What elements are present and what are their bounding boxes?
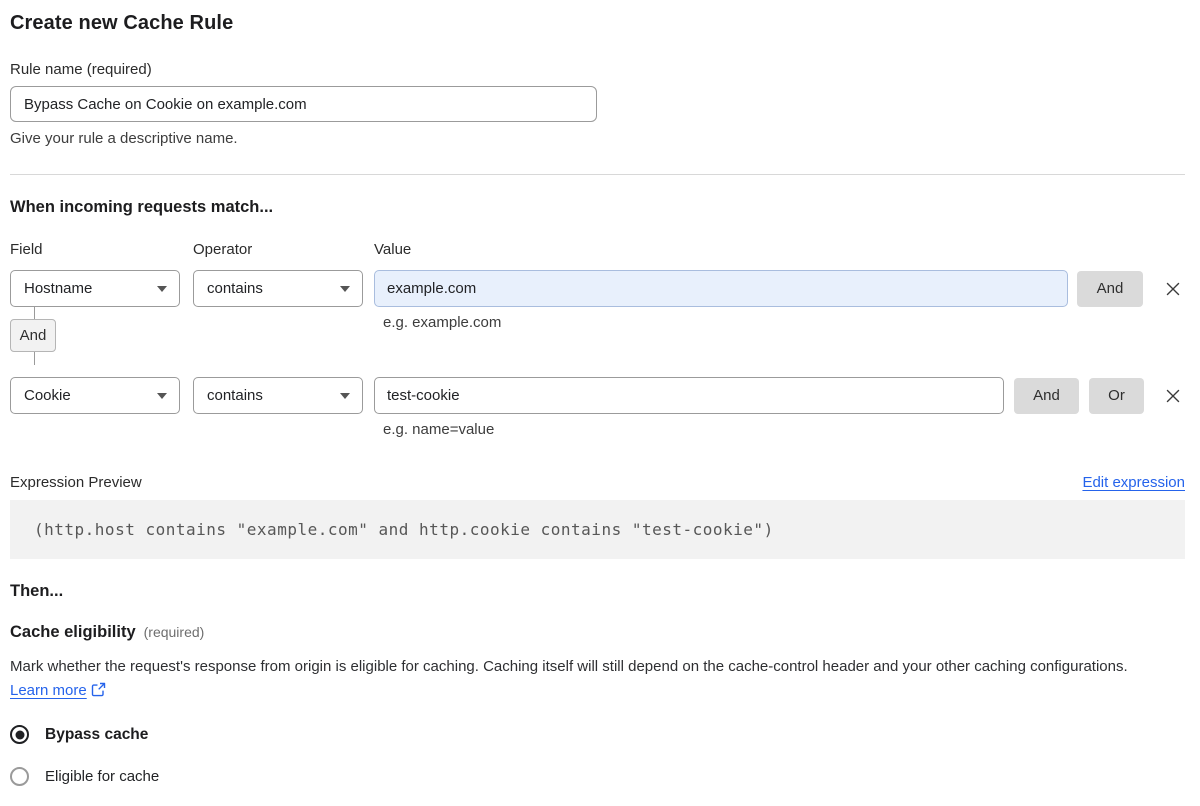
condition-column-labels: Field Operator Value: [10, 241, 1185, 258]
radio-selected-icon[interactable]: [10, 725, 29, 744]
value-input-row-2[interactable]: [374, 377, 1004, 414]
radio-unselected-icon[interactable]: [10, 767, 29, 786]
field-column-label: Field: [10, 241, 43, 258]
expression-preview-code: (http.host contains "example.com" and ht…: [10, 500, 1185, 559]
operator-select-row-1[interactable]: contains: [193, 270, 363, 307]
operator-select-row-2[interactable]: contains: [193, 377, 363, 414]
remove-row-2-button[interactable]: [1161, 377, 1185, 414]
expression-preview-header: Expression Preview Edit expression: [10, 474, 1185, 491]
external-link-icon: [91, 682, 105, 697]
field-select-row-1-value: Hostname: [24, 280, 93, 297]
expression-code-text: (http.host contains "example.com" and ht…: [34, 520, 774, 539]
rule-name-help: Give your rule a descriptive name.: [10, 130, 238, 147]
operator-select-row-2-value: contains: [207, 387, 263, 404]
section-divider: [10, 174, 1185, 175]
bypass-cache-option[interactable]: Bypass cache: [10, 725, 1185, 744]
chevron-down-icon: [340, 392, 350, 399]
field-select-row-2-value: Cookie: [24, 387, 71, 404]
chevron-down-icon: [340, 285, 350, 292]
page-title: Create new Cache Rule: [10, 12, 234, 34]
chevron-down-icon: [157, 285, 167, 292]
bypass-cache-label: Bypass cache: [45, 725, 149, 743]
learn-more-link[interactable]: Learn more: [10, 682, 87, 699]
connector-line-bottom: [34, 352, 35, 365]
operator-column-label: Operator: [193, 241, 253, 258]
create-cache-rule-form: Create new Cache Rule Rule name (require…: [0, 0, 1200, 806]
close-icon: [1166, 282, 1180, 295]
eligible-for-cache-label: Eligible for cache: [45, 768, 160, 785]
close-icon: [1166, 389, 1180, 402]
then-heading: Then...: [10, 582, 64, 600]
connector-line-top: [34, 307, 35, 319]
condition-row-2: Cookie contains And Or: [10, 377, 1185, 414]
edit-expression-link[interactable]: Edit expression: [1082, 474, 1185, 491]
eligible-for-cache-option[interactable]: Eligible for cache: [10, 767, 1185, 786]
required-note: (required): [143, 624, 205, 640]
value-input-row-1[interactable]: [374, 270, 1068, 307]
match-heading: When incoming requests match...: [10, 198, 274, 216]
rule-name-label: Rule name (required): [10, 61, 152, 78]
cache-eligibility-description: Mark whether the request's response from…: [10, 655, 1158, 703]
value-column-label: Value: [374, 241, 412, 258]
and-connector-button[interactable]: And: [10, 319, 56, 352]
description-text: Mark whether the request's response from…: [10, 658, 1128, 675]
or-button-row-2[interactable]: Or: [1089, 377, 1144, 414]
and-button-row-1[interactable]: And: [1077, 270, 1143, 307]
and-button-row-2[interactable]: And: [1014, 377, 1079, 414]
value-hint-row-1: e.g. example.com: [383, 314, 502, 331]
remove-row-1-button[interactable]: [1161, 270, 1185, 307]
operator-select-row-1-value: contains: [207, 280, 263, 297]
cache-eligibility-header: Cache eligibility (required): [10, 623, 1185, 642]
expression-preview-label: Expression Preview: [10, 474, 142, 491]
field-select-row-1[interactable]: Hostname: [10, 270, 180, 307]
rule-name-input[interactable]: [10, 86, 597, 122]
field-select-row-2[interactable]: Cookie: [10, 377, 180, 414]
row-connector-area: e.g. example.com And: [10, 307, 1185, 365]
value-hint-row-2: e.g. name=value: [383, 421, 495, 438]
condition-row-1: Hostname contains And: [10, 270, 1185, 307]
chevron-down-icon: [157, 392, 167, 399]
cache-eligibility-heading: Cache eligibility: [10, 623, 136, 641]
